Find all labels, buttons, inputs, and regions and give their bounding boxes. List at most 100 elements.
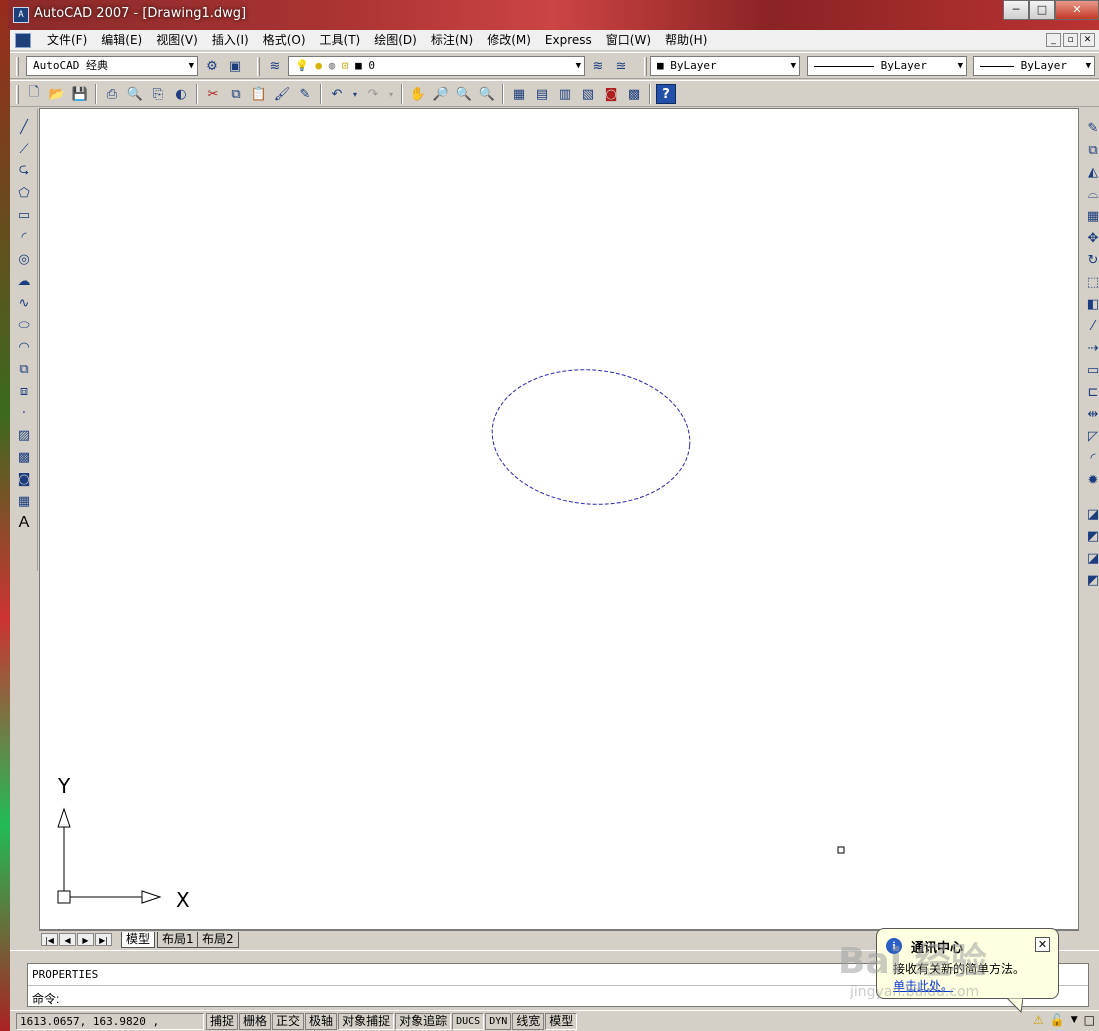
otrack-toggle[interactable]: 对象追踪 (395, 1013, 452, 1030)
properties-icon[interactable]: ▦ (509, 84, 529, 104)
balloon-close-button[interactable]: ✕ (1035, 937, 1050, 952)
menu-window[interactable]: 窗口(W) (599, 33, 658, 48)
3d-dwf-icon[interactable]: ◐ (171, 84, 191, 104)
menu-edit[interactable]: 编辑(E) (94, 33, 149, 48)
menu-file[interactable]: 文件(F) (40, 33, 94, 48)
doc-restore-button[interactable]: ▫ (1063, 33, 1078, 47)
chamfer-icon[interactable]: ◸ (1083, 426, 1099, 446)
document-icon[interactable] (15, 33, 31, 48)
block-editor-icon[interactable]: ✎ (295, 84, 315, 104)
first-tab-icon[interactable]: |◀ (41, 933, 58, 946)
make-block-icon[interactable]: ⧈ (14, 381, 34, 401)
break-at-point-icon[interactable]: ▭ (1083, 360, 1099, 380)
communication-center-icon[interactable]: ⚠ (1033, 1013, 1044, 1027)
offset-icon[interactable]: ⌓ (1083, 184, 1099, 204)
undo-icon[interactable]: ↶ (327, 84, 347, 104)
layer-manager-icon[interactable]: ≋ (265, 56, 285, 76)
hatch-icon[interactable]: ▨ (14, 425, 34, 445)
menu-format[interactable]: 格式(O) (256, 33, 313, 48)
polar-toggle[interactable]: 极轴 (305, 1013, 338, 1030)
design-center-icon[interactable]: ▤ (532, 84, 552, 104)
model-toggle[interactable]: 模型 (545, 1013, 578, 1030)
tool-palettes-icon[interactable]: ▥ (555, 84, 575, 104)
menu-draw[interactable]: 绘图(D) (367, 33, 424, 48)
minimize-button[interactable]: ─ (1003, 0, 1029, 20)
sheet-set-icon[interactable]: ▧ (578, 84, 598, 104)
menu-insert[interactable]: 插入(I) (205, 33, 256, 48)
color-dropdown[interactable]: ■ ByLayer ▼ (650, 56, 800, 76)
publish-icon[interactable]: ⎘ (148, 84, 168, 104)
prev-tab-icon[interactable]: ◀ (59, 933, 76, 946)
menu-express[interactable]: Express (538, 33, 599, 48)
grid-toggle[interactable]: 栅格 (239, 1013, 272, 1030)
rectangle-icon[interactable]: ▭ (14, 205, 34, 225)
zoom-window-icon[interactable]: 🔍 (454, 84, 474, 104)
markup-set-icon[interactable]: ◙ (601, 84, 621, 104)
polygon-icon[interactable]: ⬠ (14, 183, 34, 203)
save-icon[interactable]: 💾 (70, 84, 90, 104)
draw-order-back-icon[interactable]: ◩ (1083, 526, 1099, 546)
draw-order-front-icon[interactable]: ◪ (1083, 504, 1099, 524)
menu-view[interactable]: 视图(V) (149, 33, 205, 48)
balloon-link[interactable]: 单击此处。 (893, 977, 953, 994)
new-file-icon[interactable]: 🗋 (24, 84, 44, 104)
plot-icon[interactable]: ⎙ (102, 84, 122, 104)
next-tab-icon[interactable]: ▶ (77, 933, 94, 946)
array-icon[interactable]: ▦ (1083, 206, 1099, 226)
toolbar-grip[interactable] (644, 57, 647, 76)
plot-preview-icon[interactable]: 🔍 (125, 84, 145, 104)
workspace-settings-icon[interactable]: ⚙ (202, 56, 222, 76)
toolbar-grip[interactable] (16, 85, 19, 104)
menu-dimension[interactable]: 标注(N) (424, 33, 480, 48)
tab-layout1[interactable]: 布局1 (157, 932, 199, 948)
region-icon[interactable]: ◙ (14, 469, 34, 489)
redo-icon[interactable]: ↷ (363, 84, 383, 104)
lineweight-dropdown[interactable]: ByLayer ▼ (973, 56, 1095, 76)
snap-toggle[interactable]: 捕捉 (206, 1013, 239, 1030)
insert-block-icon[interactable]: ⧉ (14, 359, 34, 379)
help-icon[interactable]: ? (656, 84, 676, 104)
multiline-text-icon[interactable]: A (14, 513, 34, 533)
trim-icon[interactable]: ⁄ (1083, 316, 1099, 336)
pan-realtime-icon[interactable]: ✋ (408, 84, 428, 104)
copy-icon[interactable]: ⧉ (226, 84, 246, 104)
title-bar[interactable]: A AutoCAD 2007 - [Drawing1.dwg] ─ □ ✕ (8, 0, 1099, 30)
toolbar-grip[interactable] (257, 57, 260, 76)
dyn-toggle[interactable]: DYN (485, 1013, 512, 1030)
move-icon[interactable]: ✥ (1083, 228, 1099, 248)
rotate-icon[interactable]: ↻ (1083, 250, 1099, 270)
send-under-icon[interactable]: ◩ (1083, 570, 1099, 590)
menu-tools[interactable]: 工具(T) (313, 33, 368, 48)
tab-model[interactable]: 模型 (121, 932, 156, 948)
selected-ellipse[interactable] (487, 362, 696, 513)
mirror-icon[interactable]: ◭ (1083, 162, 1099, 182)
polyline-icon[interactable]: ⮎ (14, 161, 34, 181)
lineweight-toggle[interactable]: 线宽 (512, 1013, 545, 1030)
circle-icon[interactable]: ◎ (14, 249, 34, 269)
last-tab-icon[interactable]: ▶| (95, 933, 112, 946)
erase-icon[interactable]: ✎ (1083, 118, 1099, 138)
cut-icon[interactable]: ✂ (203, 84, 223, 104)
match-properties-icon[interactable]: 🖌 (272, 84, 292, 104)
scale-icon[interactable]: ⬚ (1083, 272, 1099, 292)
open-file-icon[interactable]: 📂 (47, 84, 67, 104)
layer-dropdown[interactable]: 💡 ● ◍ ⊡ ■ 0 ▼ (288, 56, 585, 76)
spline-icon[interactable]: ∿ (14, 293, 34, 313)
table-icon[interactable]: ▦ (14, 491, 34, 511)
menu-modify[interactable]: 修改(M) (480, 33, 538, 48)
revision-cloud-icon[interactable]: ☁ (14, 271, 34, 291)
copy-object-icon[interactable]: ⧉ (1083, 140, 1099, 160)
point-icon[interactable]: · (14, 403, 34, 423)
ellipse-arc-icon[interactable]: ◠ (14, 337, 34, 357)
maximize-button[interactable]: □ (1029, 0, 1055, 20)
redo-dropdown-icon[interactable]: ▾ (386, 84, 396, 104)
zoom-previous-icon[interactable]: 🔍 (477, 84, 497, 104)
break-icon[interactable]: ⊏ (1083, 382, 1099, 402)
toolbar-grip[interactable] (16, 57, 19, 76)
ducs-toggle[interactable]: DUCS (452, 1013, 485, 1030)
tab-layout2[interactable]: 布局2 (197, 932, 239, 948)
ortho-toggle[interactable]: 正交 (272, 1013, 305, 1030)
coordinate-readout[interactable]: 1613.0657, 163.9820 , 0.0000 (16, 1013, 204, 1031)
construction-line-icon[interactable]: ⟋ (14, 139, 34, 159)
workspace-dropdown[interactable]: AutoCAD 经典 ▼ (26, 56, 198, 76)
